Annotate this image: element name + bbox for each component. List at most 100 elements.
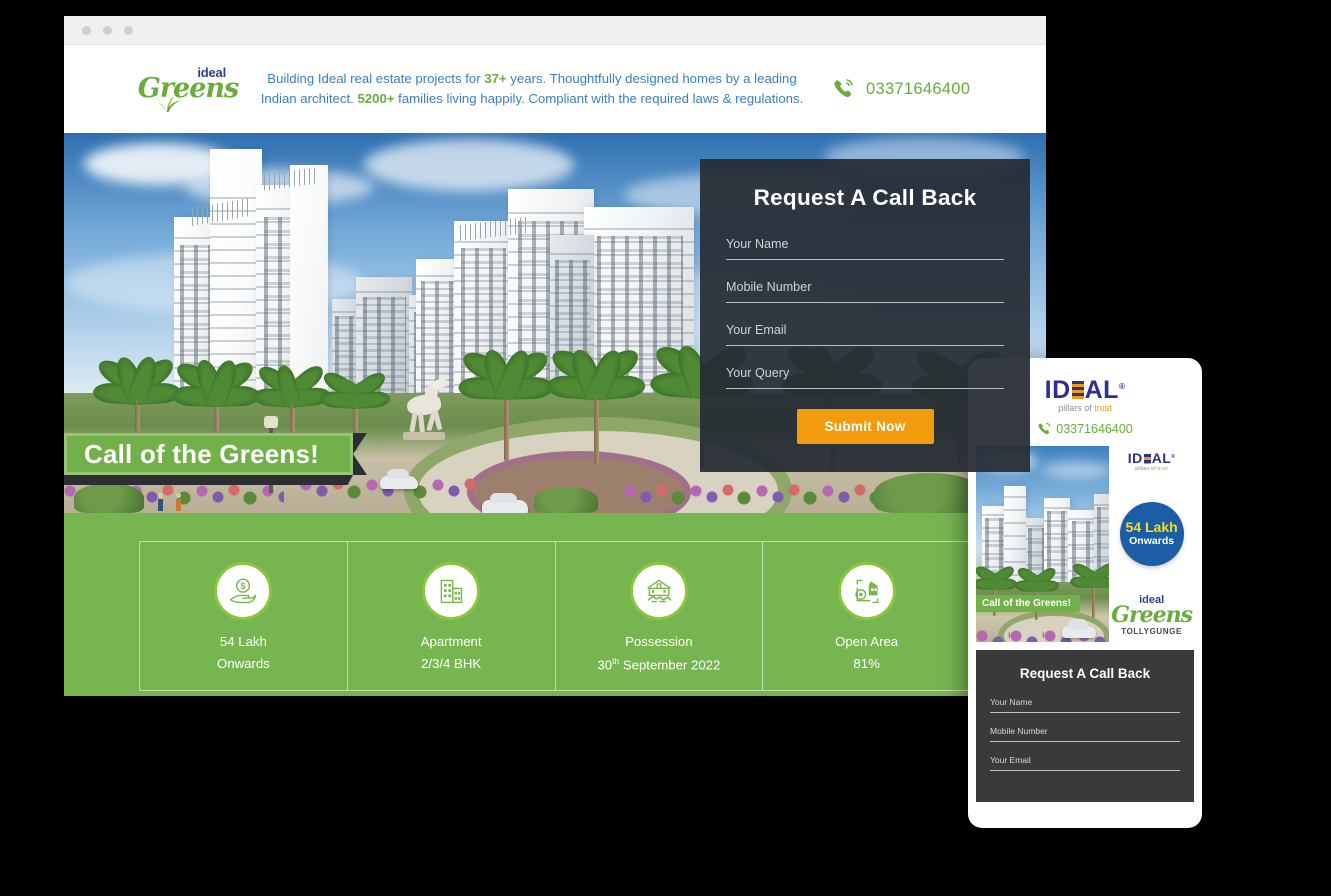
- window-minimize-dot[interactable]: [103, 25, 112, 35]
- palm-tree: [458, 346, 554, 461]
- feature-price-line2: Onwards: [216, 656, 270, 671]
- headline-families: 5200+: [357, 91, 395, 106]
- tagline-trust: trust: [1157, 466, 1168, 472]
- ideal-wordmark-mini: ID AL ®: [1128, 450, 1176, 466]
- phone-ring-icon: [832, 78, 854, 100]
- input-underline: [990, 741, 1180, 742]
- hero-ribbon-body: Call of the Greens!: [64, 433, 367, 475]
- label-your-query: Your Query: [726, 366, 790, 380]
- hero-ribbon: Call of the Greens!: [64, 433, 367, 485]
- feature-open-area-line1: Open Area: [835, 634, 899, 649]
- ideal-wordmark: ID AL ®: [1045, 376, 1126, 405]
- field-your-query[interactable]: Your Query: [726, 366, 1004, 389]
- ribbon-shadow-tail: [64, 475, 353, 485]
- feature-open-area-line2: 81%: [853, 656, 880, 671]
- tagline-pillars: pillars of: [1058, 403, 1095, 413]
- price-badge-amount: 54 Lakh: [1125, 519, 1178, 536]
- ideal-word-end: AL: [1084, 376, 1119, 404]
- header-headline: Building Ideal real estate projects for …: [232, 69, 832, 110]
- parked-car: [482, 493, 528, 513]
- person-figure: [158, 493, 163, 511]
- mobile-field-your-email[interactable]: Your Email: [990, 755, 1180, 771]
- input-underline: [726, 302, 1004, 303]
- money-in-hand-icon: $: [214, 562, 273, 620]
- mobile-car: [1062, 619, 1096, 638]
- phone-ring-icon: [1037, 422, 1051, 436]
- input-underline: [726, 259, 1004, 260]
- measure-area-icon: [837, 562, 896, 620]
- feature-possession-line2: 30th September 2022: [564, 656, 755, 672]
- window-close-dot[interactable]: [82, 25, 91, 35]
- input-underline: [990, 770, 1180, 771]
- cloud-shape: [364, 139, 574, 191]
- field-mobile-number[interactable]: Mobile Number: [726, 280, 1004, 303]
- feature-possession: Possession 30th September 2022: [556, 542, 764, 691]
- ideal-word-start: ID: [1127, 450, 1143, 466]
- screenshot-stage: ideal Greens Building Ideal real estate …: [0, 0, 1331, 896]
- headline-part3: families living happily. Compliant with …: [394, 91, 804, 106]
- grass-leaf-icon: [152, 96, 182, 112]
- shrub: [534, 487, 598, 513]
- browser-titlebar: [64, 16, 1046, 45]
- striped-e-icon: [1143, 454, 1151, 464]
- feature-price-line1: 54 Lakh: [219, 634, 267, 649]
- cloud-shape: [1042, 462, 1110, 478]
- headline-part1: Building Ideal real estate projects for: [267, 70, 485, 86]
- label-your-name: Your Name: [726, 237, 789, 251]
- feature-price: $ 54 Lakh Onwards: [140, 542, 348, 691]
- possession-day: 30: [597, 657, 613, 673]
- mobile-label-mobile-number: Mobile Number: [990, 726, 1048, 736]
- site-header: ideal Greens Building Ideal real estate …: [64, 45, 1046, 133]
- possession-month-year: September 2022: [619, 657, 721, 673]
- input-underline: [726, 388, 1004, 389]
- features-grid: $ 54 Lakh Onwards Apartment 2/3/4 BHK Po…: [139, 541, 971, 692]
- palm-tree: [1069, 560, 1110, 618]
- header-phone-number: 03371646400: [866, 79, 971, 98]
- mobile-label-your-name: Your Name: [990, 697, 1033, 707]
- features-bar: $ 54 Lakh Onwards Apartment 2/3/4 BHK Po…: [64, 513, 1046, 696]
- striped-e-icon: [1071, 381, 1084, 399]
- apartment-building-icon: [422, 562, 481, 620]
- handshake-house-icon: [629, 562, 688, 620]
- mobile-field-your-name[interactable]: Your Name: [990, 697, 1180, 713]
- field-your-name[interactable]: Your Name: [726, 237, 1004, 260]
- tagline-pillars: pillars of: [1135, 466, 1158, 472]
- browser-window: ideal Greens Building Ideal real estate …: [64, 16, 1046, 696]
- request-callback-panel: Request A Call Back Your Name Mobile Num…: [700, 159, 1030, 472]
- mobile-hero-image: Call of the Greens!: [976, 446, 1110, 642]
- svg-text:$: $: [241, 581, 246, 591]
- feature-type-line1: Apartment: [420, 634, 482, 649]
- window-maximize-dot[interactable]: [124, 25, 133, 35]
- feature-type: Apartment 2/3/4 BHK: [348, 542, 556, 691]
- mobile-field-mobile-number[interactable]: Mobile Number: [990, 726, 1180, 742]
- price-badge: 54 Lakh Onwards: [1119, 501, 1184, 566]
- ideal-word-start: ID: [1044, 376, 1071, 404]
- registered-mark: ®: [1171, 454, 1176, 460]
- greens-logo-greens: Greens: [1111, 602, 1193, 628]
- callback-title: Request A Call Back: [753, 185, 977, 210]
- mobile-phone-number: 03371646400: [1056, 422, 1133, 436]
- mobile-request-callback-panel: Request A Call Back Your Name Mobile Num…: [976, 650, 1194, 802]
- mobile-hero-ribbon: Call of the Greens!: [976, 595, 1080, 612]
- ribbon-notch: [352, 433, 367, 475]
- price-badge-onwards: Onwards: [1129, 534, 1175, 547]
- parked-car: [380, 469, 418, 489]
- mobile-greens-logo: ideal Greens TOLLYGUNGE: [1111, 595, 1193, 636]
- input-underline: [726, 345, 1004, 346]
- mobile-label-your-email: Your Email: [990, 755, 1031, 765]
- submit-now-button[interactable]: Submit Now: [796, 409, 934, 444]
- label-mobile-number: Mobile Number: [726, 280, 812, 294]
- headline-years: 37+: [484, 70, 507, 86]
- hero-section: Call of the Greens! Request A Call Back …: [64, 133, 1046, 513]
- hero-ribbon-text: Call of the Greens!: [84, 438, 319, 469]
- registered-mark: ®: [1118, 382, 1126, 391]
- input-underline: [990, 712, 1180, 713]
- ideal-greens-logo[interactable]: ideal Greens: [138, 66, 239, 112]
- header-phone-link[interactable]: 03371646400: [832, 78, 1022, 100]
- feature-open-area: Open Area 81%: [763, 542, 970, 690]
- palm-tree: [546, 344, 646, 465]
- horse-statue: [399, 376, 451, 440]
- feature-type-line2: 2/3/4 BHK: [421, 656, 482, 671]
- person-figure: [176, 493, 181, 511]
- field-your-email[interactable]: Your Email: [726, 323, 1004, 346]
